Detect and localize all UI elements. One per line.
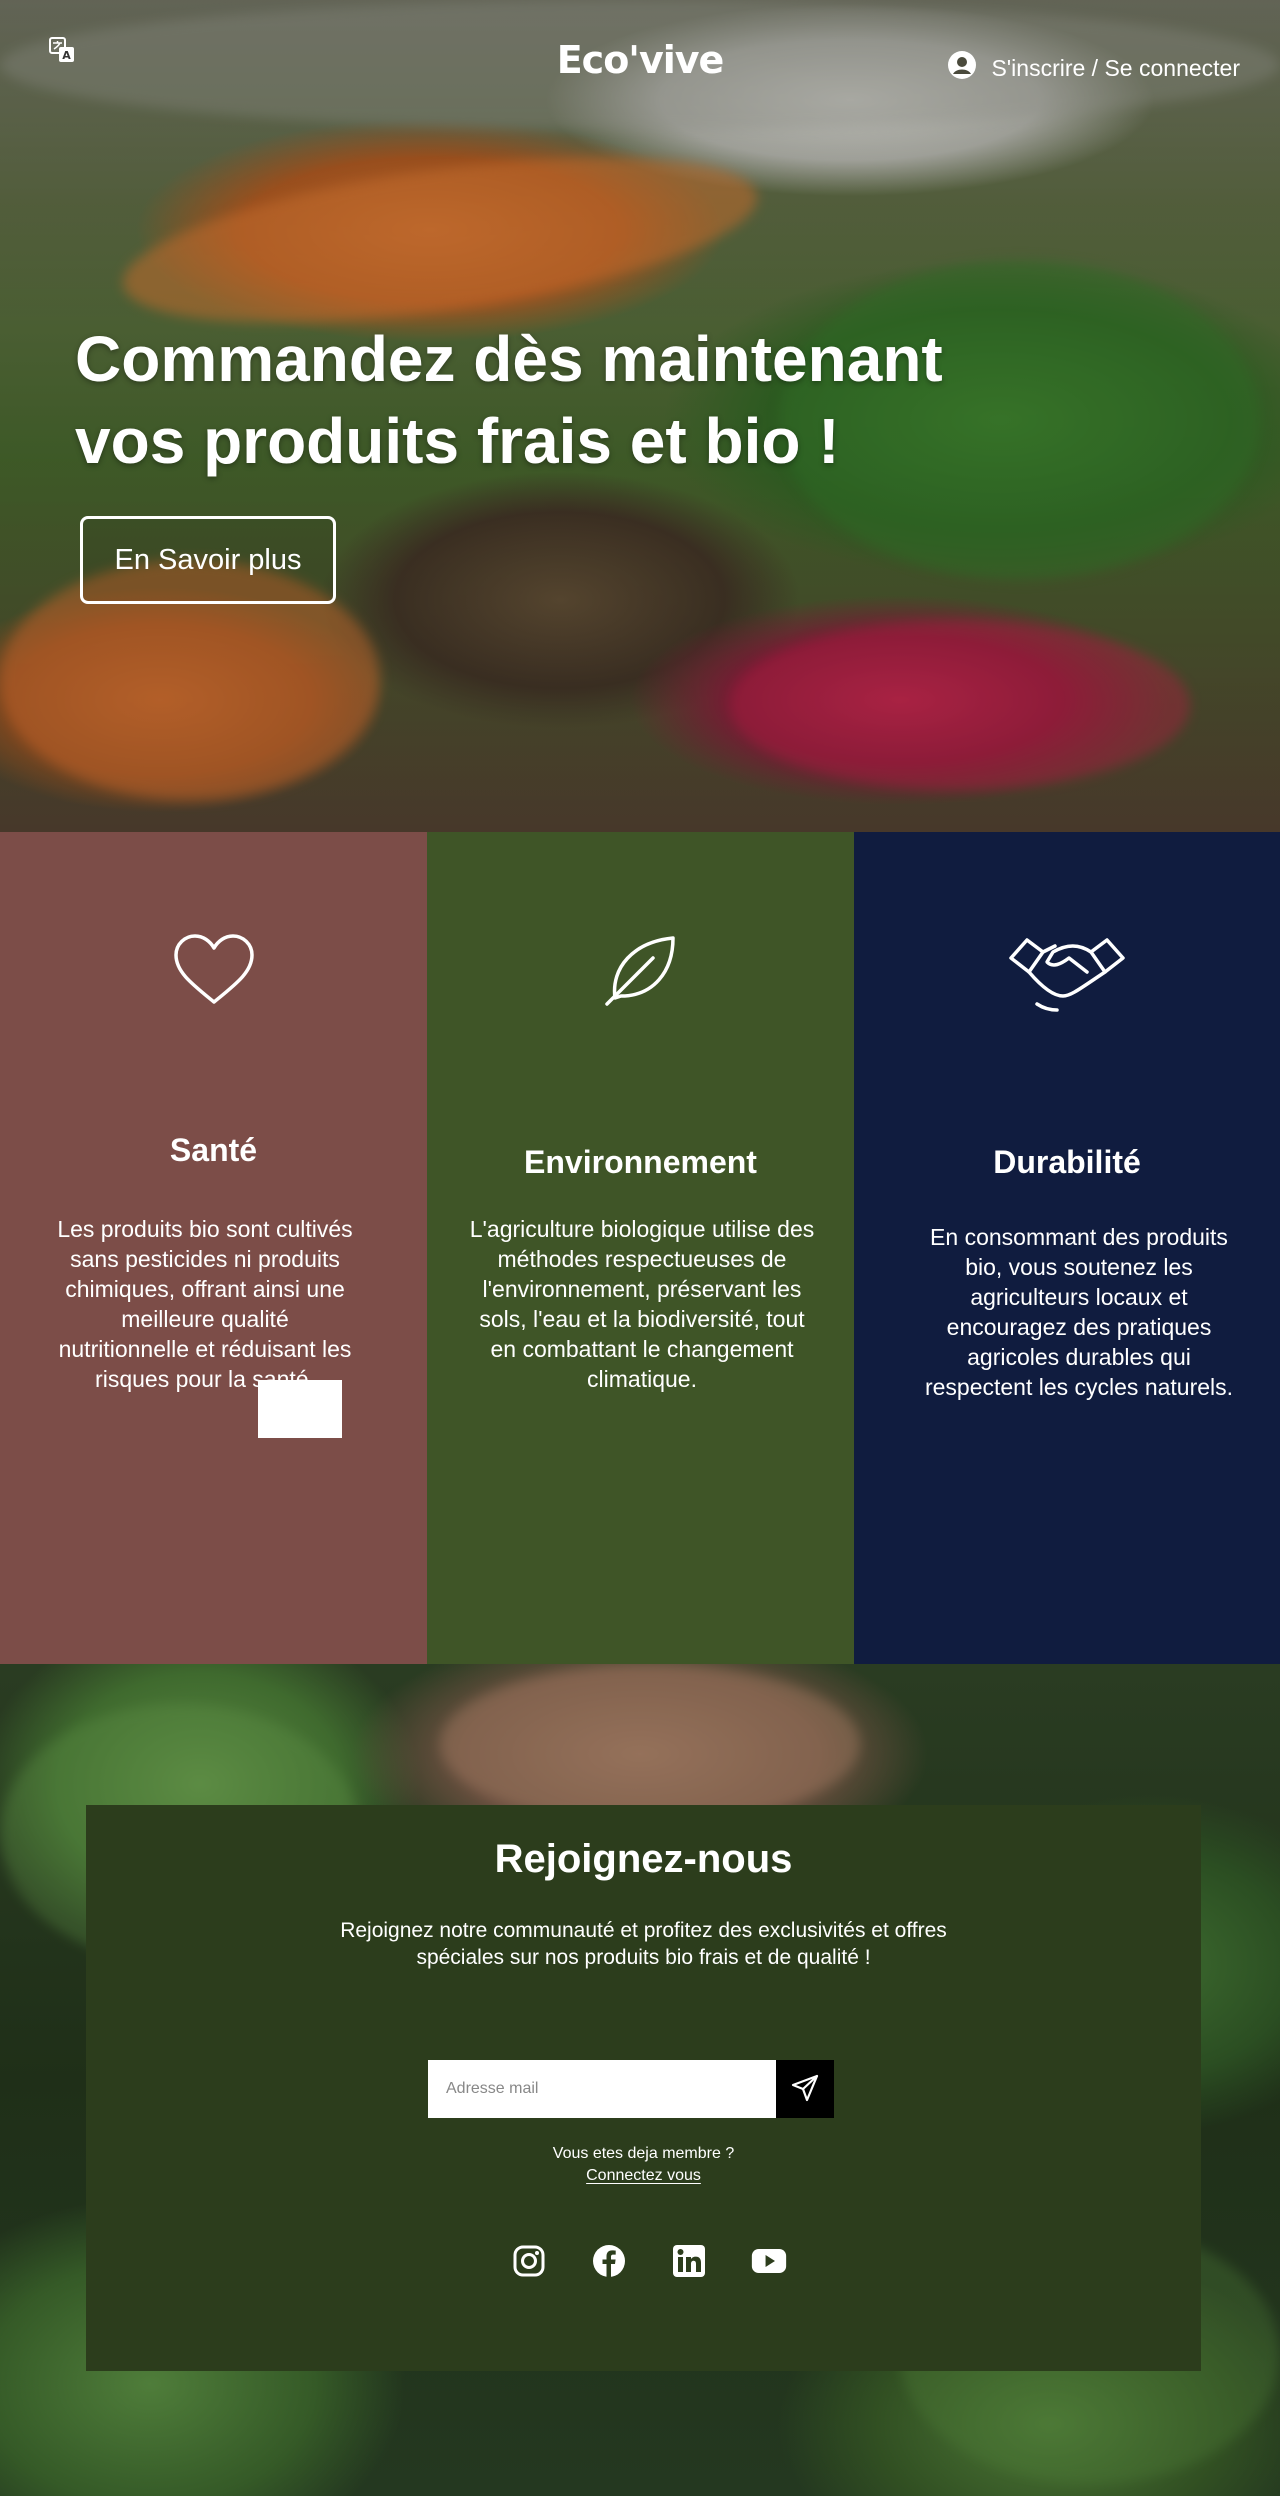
login-link[interactable]: Connectez vous xyxy=(586,2167,701,2184)
youtube-icon[interactable] xyxy=(751,2243,787,2279)
feature-text: En consommant des produits bio, vous sou… xyxy=(924,1224,1234,1400)
member-question: Vous etes deja membre ? xyxy=(552,2145,735,2162)
send-icon xyxy=(790,2073,820,2106)
join-panel: Rejoignez-nous Rejoignez notre communaut… xyxy=(86,1805,1201,2371)
blank-overlay xyxy=(258,1380,342,1438)
hero-section: A Eco'vive S'inscrire / Se connecter Com… xyxy=(0,0,1280,832)
handshake-icon xyxy=(854,932,1280,1016)
features-section: Santé Les produits bio sont cultivés san… xyxy=(0,832,1280,1664)
hero-title: Commandez dès maintenant vos produits fr… xyxy=(75,323,943,477)
send-button[interactable] xyxy=(776,2060,834,2118)
account-label: S'inscrire / Se connecter xyxy=(991,54,1240,81)
newsletter-form xyxy=(428,2060,834,2118)
heart-icon xyxy=(0,932,427,1008)
join-title: Rejoignez-nous xyxy=(494,1837,793,1881)
join-decor-root xyxy=(440,1664,860,1824)
feature-health: Santé Les produits bio sont cultivés san… xyxy=(0,832,427,1664)
instagram-icon[interactable] xyxy=(511,2243,547,2279)
feature-environment: Environnement L'agriculture biologique u… xyxy=(427,832,854,1664)
feature-sustainability: Durabilité En consommant des produits bi… xyxy=(854,832,1280,1664)
feature-title: Durabilité xyxy=(993,1144,1141,1180)
learn-more-button[interactable]: En Savoir plus xyxy=(80,516,336,604)
join-text: Rejoignez notre communauté et profitez d… xyxy=(340,1919,947,1969)
feature-title: Environnement xyxy=(524,1144,757,1180)
social-links xyxy=(86,2243,1201,2279)
user-circle-icon xyxy=(947,50,977,86)
account-link[interactable]: S'inscrire / Se connecter xyxy=(947,50,1240,86)
linkedin-icon[interactable] xyxy=(671,2243,707,2279)
hero-decor-radish xyxy=(730,620,1190,790)
facebook-icon[interactable] xyxy=(591,2243,627,2279)
leaf-icon xyxy=(427,932,854,1008)
feature-text: L'agriculture biologique utilise des mét… xyxy=(469,1216,815,1392)
feature-title: Santé xyxy=(169,1132,258,1168)
email-field[interactable] xyxy=(428,2060,776,2118)
login-link-wrap: Connectez vous xyxy=(86,2167,1201,2185)
feature-text: Les produits bio sont cultivés sans pest… xyxy=(57,1216,353,1392)
